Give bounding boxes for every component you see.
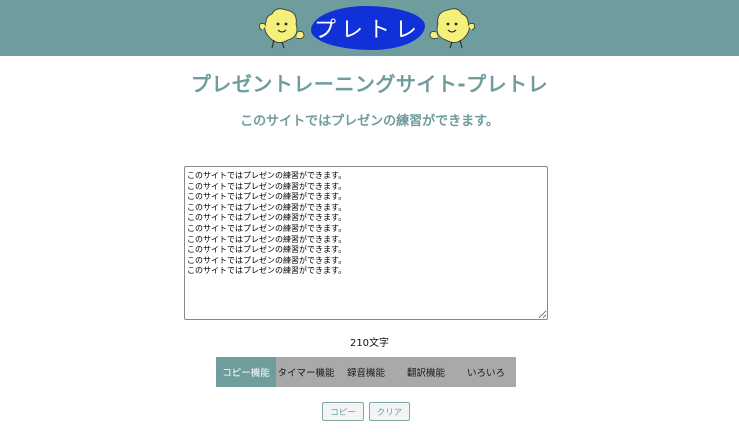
header-bar: プレトレ xyxy=(0,0,739,56)
character-count: 210文字 xyxy=(349,338,390,349)
tab-translation[interactable]: 翻訳機能 xyxy=(396,357,456,387)
tab-recording[interactable]: 録音機能 xyxy=(336,357,396,387)
feature-tabs: コピー機能 タイマー機能 録音機能 翻訳機能 いろいろ xyxy=(216,357,516,387)
page-title: プレゼントレーニングサイト-プレトレ xyxy=(190,72,549,96)
logo-text: プレトレ xyxy=(311,6,425,50)
tab-misc[interactable]: いろいろ xyxy=(456,357,516,387)
mascot-icon xyxy=(258,8,305,49)
page: プレトレ プレゼントレーニングサイト-プレトレ このサイトではプレゼンの練習がで… xyxy=(0,0,739,441)
page-subtitle: このサイトではプレゼンの練習ができます。 xyxy=(240,114,499,129)
tab-copy[interactable]: コピー機能 xyxy=(216,357,276,387)
copy-button[interactable]: コピー xyxy=(322,402,364,421)
presentation-textarea[interactable]: このサイトではプレゼンの練習ができます。 このサイトではプレゼンの練習ができます… xyxy=(184,166,548,320)
tab-timer[interactable]: タイマー機能 xyxy=(276,357,336,387)
mascot-icon xyxy=(429,8,476,49)
site-logo[interactable]: プレトレ xyxy=(258,2,480,54)
clear-button[interactable]: クリア xyxy=(369,402,410,421)
